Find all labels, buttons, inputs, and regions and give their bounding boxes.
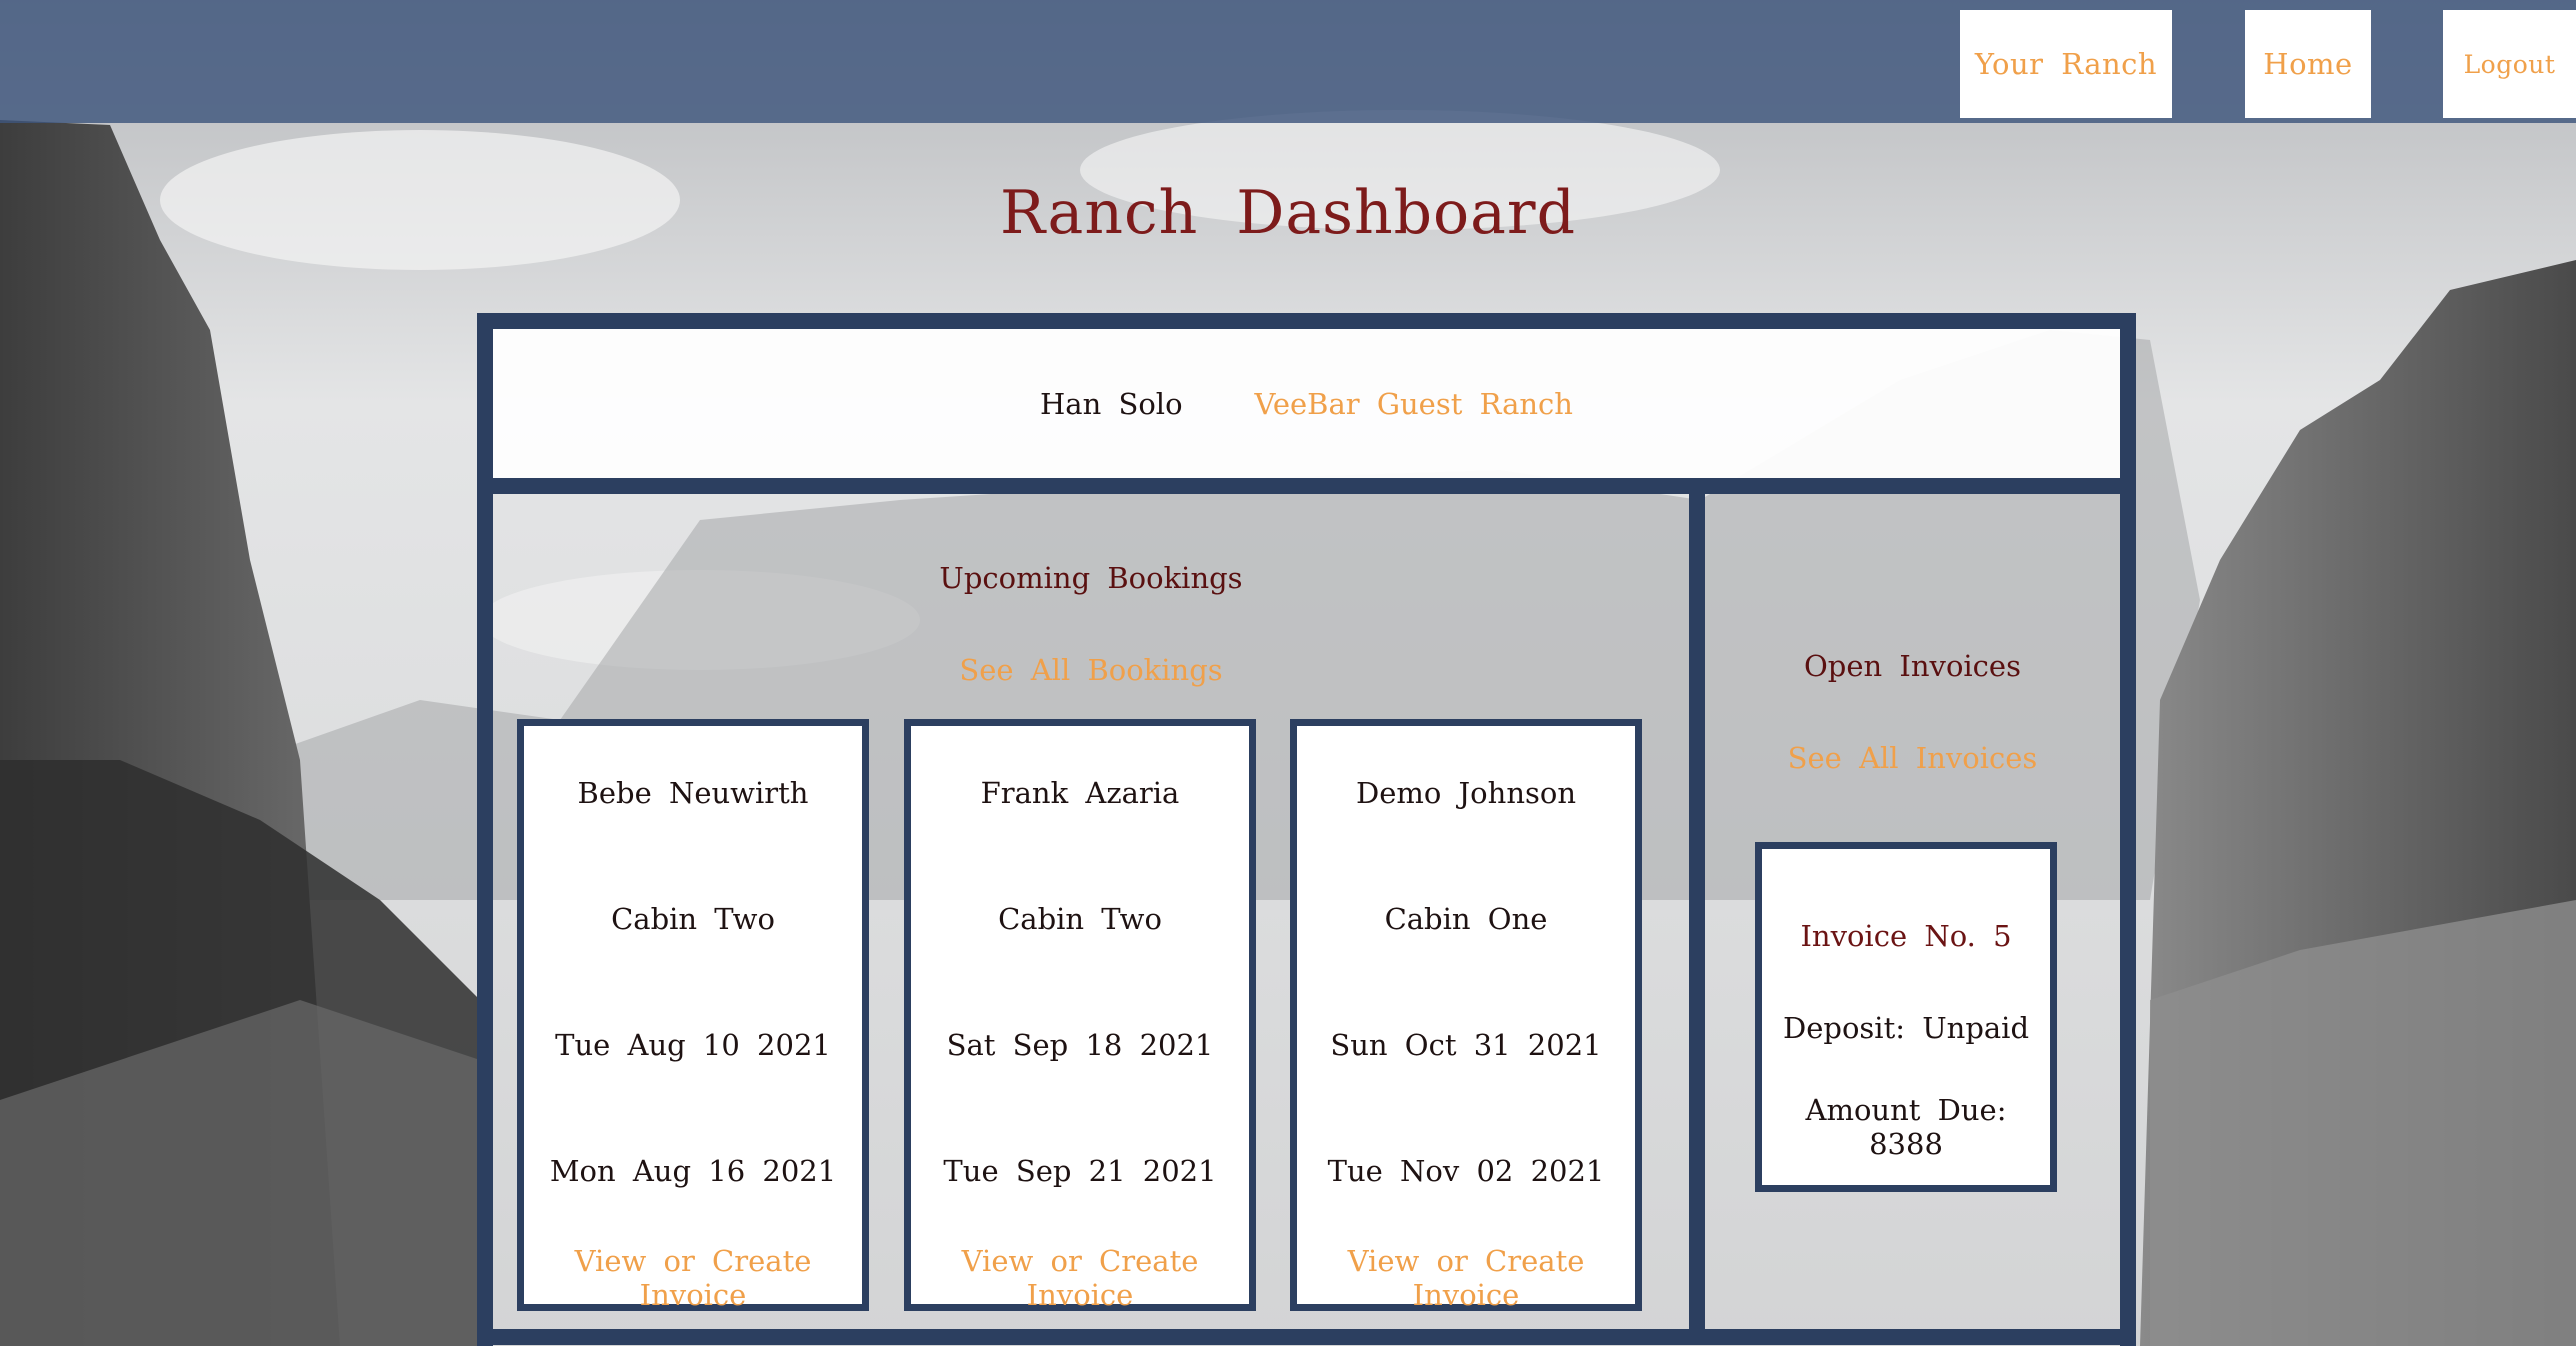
owner-ranch-link[interactable]: VeeBar Guest Ranch (1255, 387, 1573, 421)
booking-guest: Bebe Neuwirth (577, 776, 809, 810)
booking-guest: Demo Johnson (1355, 776, 1577, 810)
view-create-invoice-link[interactable]: View or Create Invoice (1297, 1244, 1635, 1312)
booking-end-date: Mon Aug 16 2021 (549, 1154, 837, 1188)
see-all-invoices-link[interactable]: See All Invoices (1705, 741, 2120, 775)
view-create-invoice-link[interactable]: View or Create Invoice (911, 1244, 1249, 1312)
see-all-bookings-link[interactable]: See All Bookings (493, 653, 1689, 687)
owner-name: Han Solo (1040, 386, 1183, 421)
booking-cabin: Cabin One (1384, 902, 1548, 936)
booking-cabin: Cabin Two (611, 902, 775, 936)
invoice-card[interactable]: Invoice No. 5 Deposit: Unpaid Amount Due… (1755, 842, 2057, 1192)
open-invoices-heading: Open Invoices (1804, 649, 2021, 683)
nav-logout-button[interactable]: Logout (2443, 10, 2576, 118)
booking-cabin: Cabin Two (998, 902, 1162, 936)
invoice-number: Invoice No. 5 (1800, 919, 2012, 953)
divider (493, 1329, 2120, 1345)
booking-end-date: Tue Sep 21 2021 (943, 1154, 1217, 1188)
page-title: Ranch Dashboard (1000, 178, 1576, 248)
booking-card: Bebe Neuwirth Cabin Two Tue Aug 10 2021 … (517, 719, 869, 1312)
nav-your-ranch-button[interactable]: Your Ranch (1960, 10, 2172, 118)
booking-card: Demo Johnson Cabin One Sun Oct 31 2021 T… (1290, 719, 1642, 1312)
view-create-invoice-link[interactable]: View or Create Invoice (524, 1244, 862, 1312)
booking-start-date: Sun Oct 31 2021 (1330, 1028, 1602, 1062)
divider (1689, 494, 1705, 1329)
booking-start-date: Sat Sep 18 2021 (946, 1028, 1214, 1062)
owner-panel: Han Solo VeeBar Guest Ranch (493, 329, 2120, 478)
upcoming-bookings-heading: Upcoming Bookings (939, 561, 1243, 595)
booking-end-date: Tue Nov 02 2021 (1327, 1154, 1605, 1188)
top-navbar: Your Ranch Home Logout (0, 0, 2576, 123)
nav-home-button[interactable]: Home (2245, 10, 2371, 118)
booking-card: Frank Azaria Cabin Two Sat Sep 18 2021 T… (904, 719, 1256, 1312)
dashboard-frame: Han Solo VeeBar Guest Ranch Upcoming Boo… (477, 313, 2136, 1346)
invoice-deposit-status: Deposit: Unpaid (1782, 1011, 2030, 1045)
booking-guest: Frank Azaria (980, 776, 1180, 810)
invoice-amount-due: Amount Due: 8388 (1805, 1093, 2007, 1161)
divider (493, 478, 2120, 494)
booking-start-date: Tue Aug 10 2021 (555, 1028, 831, 1062)
